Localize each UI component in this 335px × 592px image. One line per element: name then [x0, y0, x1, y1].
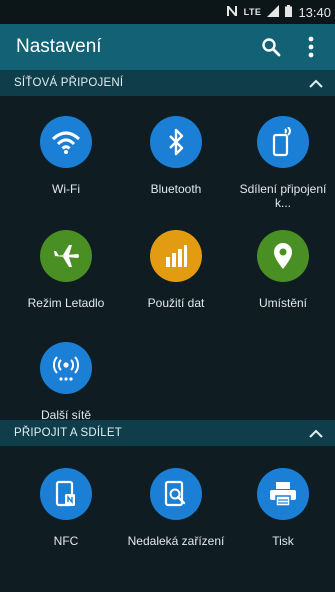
nfc-status-icon	[226, 5, 238, 19]
settings-tile-nearby-devices[interactable]: Nedaleká zařízení	[121, 468, 231, 548]
network-type-label: LTE	[243, 7, 262, 17]
page-title: Nastavení	[16, 36, 102, 57]
tile-label: NFC	[53, 534, 79, 548]
settings-tile-print[interactable]: Tisk	[228, 468, 335, 548]
chevron-up-icon[interactable]	[307, 74, 325, 92]
app-bar: Nastavení	[0, 24, 335, 70]
tile-label: Nedaleká zařízení	[127, 534, 225, 548]
more-vert-icon	[308, 36, 314, 58]
bluetooth-icon	[150, 116, 202, 168]
search-button[interactable]	[255, 27, 287, 67]
settings-tile-data-usage[interactable]: Použití dat	[121, 230, 231, 310]
nfc-icon	[40, 468, 92, 520]
settings-tile-bluetooth[interactable]: Bluetooth	[121, 116, 231, 196]
section-header-connect-share[interactable]: PŘIPOJIT A SDÍLET	[0, 420, 335, 446]
tethering-icon	[257, 116, 309, 168]
chevron-up-icon[interactable]	[307, 424, 325, 442]
section-title: SÍŤOVÁ PŘIPOJENÍ	[14, 77, 124, 89]
status-bar: LTE 13:40	[0, 0, 335, 24]
search-icon	[262, 38, 281, 57]
settings-tile-location[interactable]: Umístění	[228, 230, 335, 310]
settings-tile-tethering[interactable]: Sdílení připojení k...	[228, 116, 335, 210]
tile-label: Režim Letadlo	[27, 296, 105, 310]
data-usage-icon	[150, 230, 202, 282]
more-networks-icon	[40, 342, 92, 394]
clock-text: 13:40	[298, 4, 331, 20]
settings-tile-nfc[interactable]: NFC	[11, 468, 121, 548]
section-header-network[interactable]: SÍŤOVÁ PŘIPOJENÍ	[0, 70, 335, 96]
airplane-icon	[40, 230, 92, 282]
tile-label: Použití dat	[147, 296, 205, 310]
print-icon	[257, 468, 309, 520]
tile-label: Sdílení připojení k...	[239, 182, 327, 210]
tile-label: Tisk	[272, 534, 294, 548]
wifi-icon	[40, 116, 92, 168]
location-icon	[257, 230, 309, 282]
nearby-devices-icon	[150, 468, 202, 520]
settings-tile-wifi[interactable]: Wi-Fi	[11, 116, 121, 196]
signal-icon	[267, 4, 280, 20]
section-title: PŘIPOJIT A SDÍLET	[14, 427, 123, 439]
settings-tile-airplane[interactable]: Režim Letadlo	[11, 230, 121, 310]
overflow-menu-button[interactable]	[295, 27, 327, 67]
settings-tile-more-networks[interactable]: Další sítě	[11, 342, 121, 422]
tile-label: Umístění	[258, 296, 307, 310]
tile-label: Wi-Fi	[52, 182, 80, 196]
battery-icon	[285, 4, 293, 20]
tile-label: Bluetooth	[150, 182, 202, 196]
